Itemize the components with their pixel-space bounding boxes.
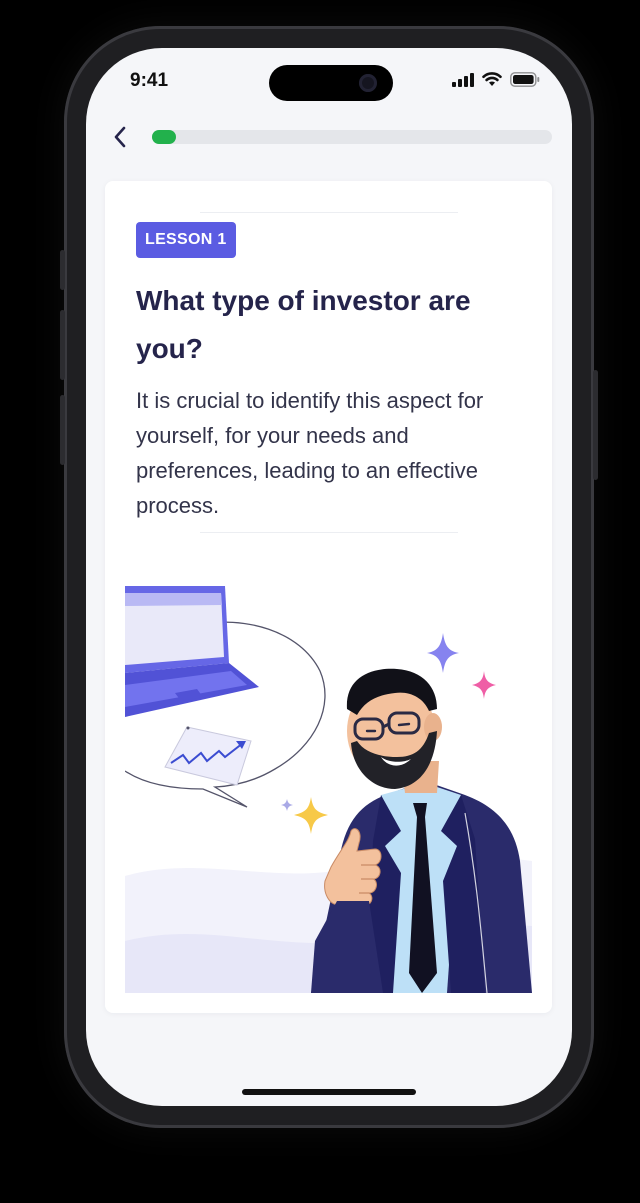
lesson-badge: LESSON 1 bbox=[136, 222, 236, 258]
bottom-divider bbox=[200, 532, 458, 533]
app-screen: 9:41 LESSON 1 What type of investor are … bbox=[86, 48, 572, 1106]
power-button bbox=[593, 370, 598, 480]
investor-illustration bbox=[125, 586, 532, 993]
lesson-progress-bar bbox=[152, 130, 552, 144]
volume-down-button bbox=[60, 395, 65, 465]
lesson-title: What type of investor are you? bbox=[136, 285, 471, 364]
status-time: 9:41 bbox=[130, 70, 169, 91]
wifi-icon bbox=[482, 72, 502, 86]
top-divider bbox=[200, 212, 458, 213]
mute-switch bbox=[60, 250, 65, 290]
back-button[interactable] bbox=[108, 124, 132, 150]
dynamic-island bbox=[269, 65, 393, 101]
volume-up-button bbox=[60, 310, 65, 380]
progress-fill bbox=[152, 130, 176, 144]
laptop-icon bbox=[125, 586, 259, 717]
home-indicator bbox=[242, 1089, 416, 1095]
lesson-card: LESSON 1 What type of investor are you? … bbox=[105, 181, 552, 1013]
status-icons bbox=[452, 72, 540, 87]
cellular-signal-icon bbox=[452, 72, 474, 87]
businessman-avatar bbox=[311, 668, 532, 993]
battery-icon bbox=[510, 72, 540, 87]
camera-icon bbox=[359, 74, 377, 92]
growth-chart-icon bbox=[164, 726, 252, 786]
chevron-left-icon bbox=[114, 126, 126, 148]
device-mockup: 9:41 LESSON 1 What type of investor are … bbox=[0, 0, 640, 1203]
lesson-description: It is crucial to identify this aspect fo… bbox=[136, 388, 484, 518]
